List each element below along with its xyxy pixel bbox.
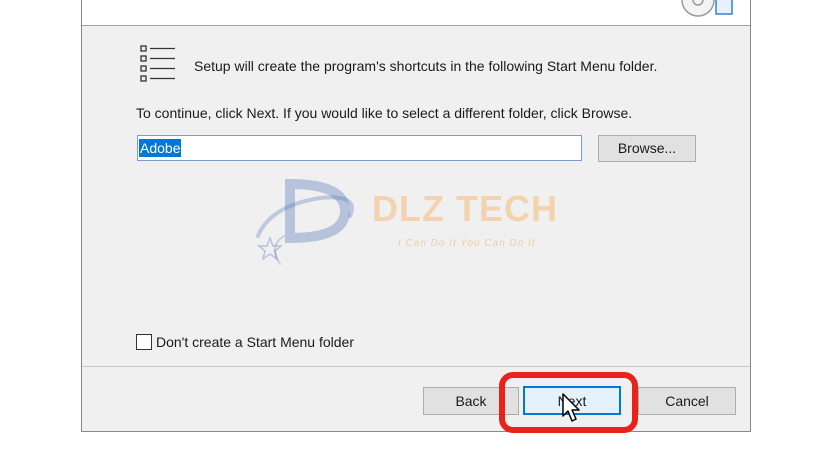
intro-text: Setup will create the program's shortcut… [194, 58, 658, 74]
no-start-menu-folder-option[interactable]: Don't create a Start Menu folder [136, 334, 354, 350]
setup-disc-box-icon [681, 0, 733, 17]
instruction-text: To continue, click Next. If you would li… [136, 105, 633, 121]
start-menu-folder-input[interactable]: Adobe [137, 135, 582, 161]
no-folder-checkbox[interactable] [136, 334, 152, 350]
mouse-pointer-icon [562, 393, 580, 422]
dlz-tech-logo [256, 178, 354, 265]
watermark-tagline: I Can Do It You Can Do It [398, 238, 536, 249]
setup-wizard-window: Setup will create the program's shortcut… [81, 0, 751, 432]
wizard-header [82, 0, 750, 26]
cancel-button[interactable]: Cancel [638, 387, 736, 415]
list-icon [140, 45, 175, 82]
watermark-title: DLZ TECH [372, 188, 558, 229]
no-folder-label: Don't create a Start Menu folder [156, 334, 354, 350]
browse-button[interactable]: Browse... [598, 135, 696, 162]
footer-divider [82, 366, 750, 367]
folder-input-value: Adobe [139, 139, 182, 157]
